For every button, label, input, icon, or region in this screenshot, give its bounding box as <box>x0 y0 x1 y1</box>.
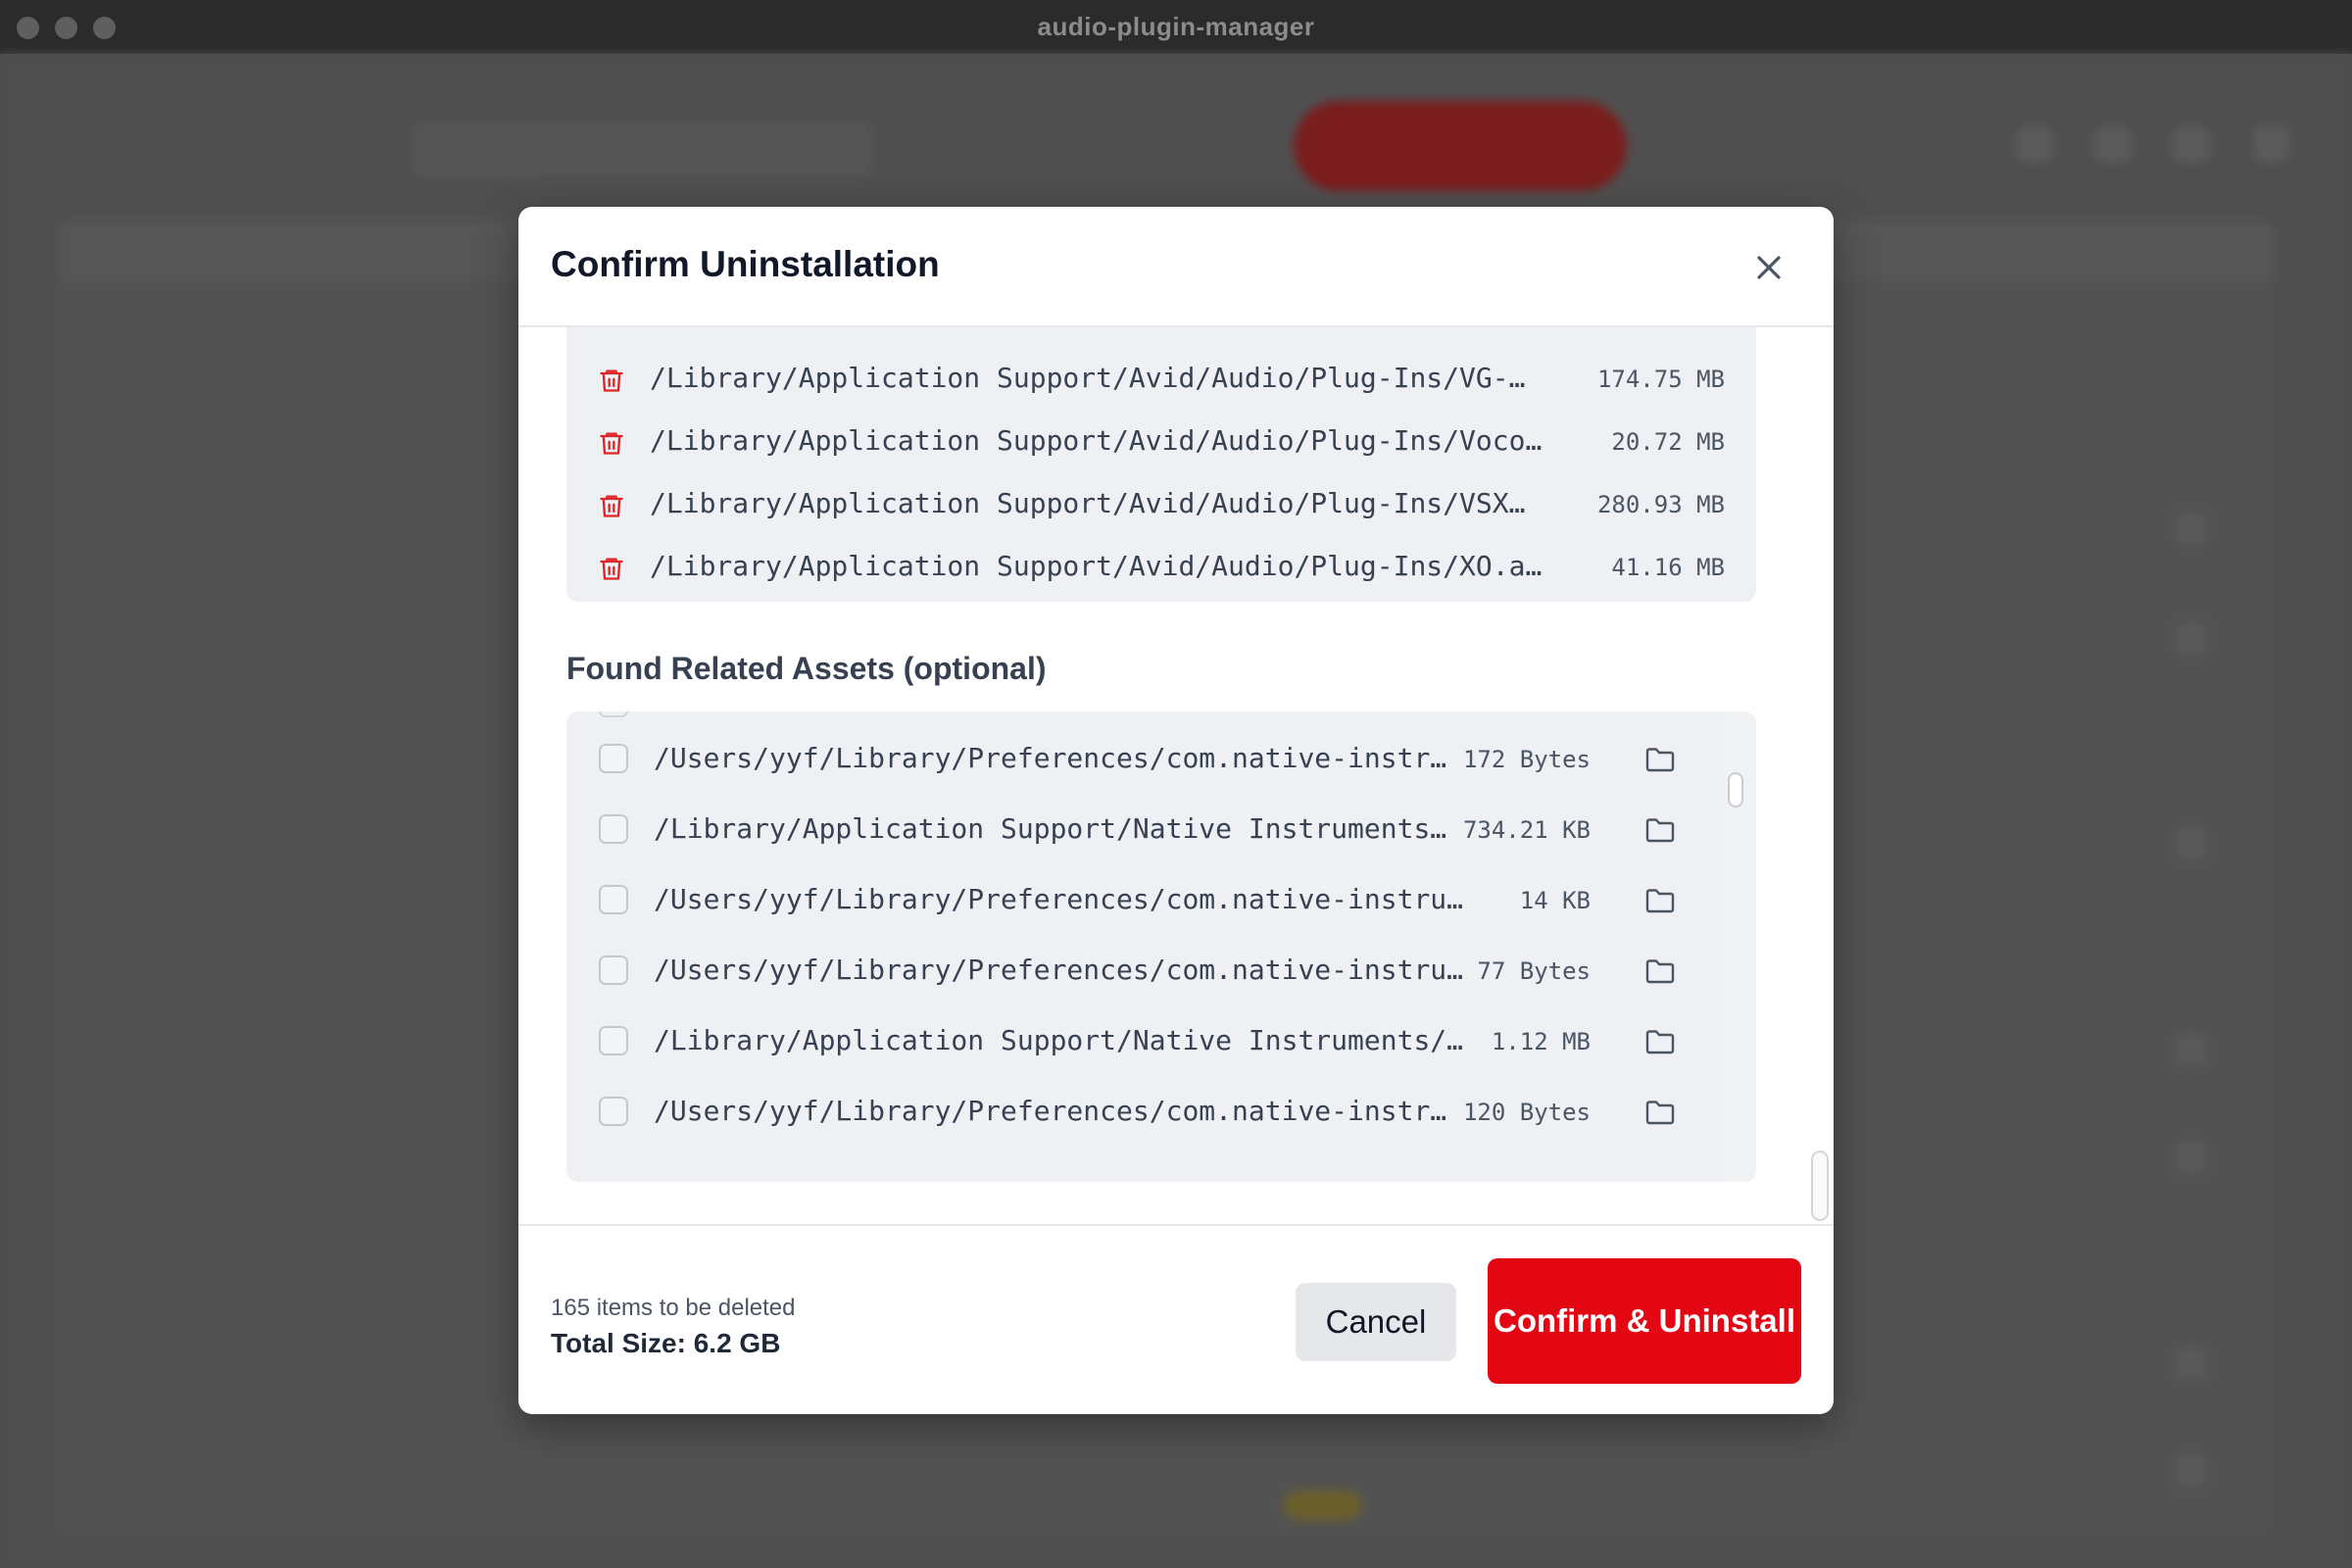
asset-size: 1.12 MB <box>1491 1028 1591 1055</box>
file-path: /Library/Application Support/Avid/Audio/… <box>650 550 1543 582</box>
dialog-scrollbar-thumb[interactable] <box>1811 1151 1829 1221</box>
trash-icon <box>600 432 623 455</box>
reveal-folder-button[interactable] <box>1644 815 1676 845</box>
reveal-folder-button[interactable] <box>1644 886 1676 915</box>
asset-row: /Library/Application Support/Native Inst… <box>566 799 1703 861</box>
background-row-action <box>2176 622 2207 654</box>
file-path: /Library/Application Support/Avid/Audio/… <box>650 362 1526 394</box>
close-icon <box>1757 256 1781 279</box>
asset-size: 172 Bytes <box>1462 746 1591 773</box>
folder-icon <box>1645 889 1675 913</box>
folder-icon <box>1645 959 1675 984</box>
background-row-action <box>2176 828 2207 859</box>
file-size: 174.75 MB <box>1596 366 1725 393</box>
window-title: audio-plugin-manager <box>1037 12 1315 41</box>
close-button[interactable] <box>1749 248 1788 287</box>
background-action-button <box>1294 101 1627 191</box>
asset-path: /Library/Application Support/Native Inst… <box>654 812 1447 845</box>
file-path: /Library/Application Support/Avid/Audio/… <box>650 424 1543 457</box>
dialog-body[interactable]: /Library/Application Support/Avid/Audio/… <box>518 327 1834 1233</box>
reveal-folder-button[interactable] <box>1644 745 1676 774</box>
asset-checkbox[interactable] <box>599 956 628 985</box>
asset-path: /Users/yyf/Library/Preferences/com.nativ… <box>654 883 1467 915</box>
reveal-folder-button[interactable] <box>1644 1027 1676 1056</box>
background-toolbar-icon <box>2095 126 2131 162</box>
trash-icon <box>600 369 623 392</box>
asset-checkbox[interactable] <box>599 711 628 717</box>
folder-icon <box>1645 1030 1675 1054</box>
dialog-title: Confirm Uninstallation <box>551 244 940 284</box>
asset-row: /Users/yyf/Library/Preferences/com.nativ… <box>566 869 1703 932</box>
background-row-action <box>2176 1455 2207 1487</box>
file-size: 20.72 MB <box>1611 428 1725 456</box>
dialog-header: Confirm Uninstallation <box>518 207 1834 327</box>
asset-path: /Users/yyf/Library/Preferences/com.nativ… <box>654 742 1447 774</box>
trash-icon <box>600 495 623 517</box>
background-row-action <box>2176 1034 2207 1065</box>
background-toolbar-icon <box>2254 126 2289 162</box>
asset-checkbox[interactable] <box>599 814 628 844</box>
asset-checkbox[interactable] <box>599 1026 628 1055</box>
asset-checkbox[interactable] <box>599 744 628 773</box>
cancel-button[interactable]: Cancel <box>1296 1283 1456 1361</box>
asset-row: /Users/yyf/Library/Preferences/com.nativ… <box>566 1081 1703 1144</box>
asset-row: /Library/Application Support/Native Inst… <box>566 1010 1703 1073</box>
folder-icon <box>1645 818 1675 843</box>
folder-icon <box>1645 1101 1675 1125</box>
file-row: /Library/Application Support/Avid/Audio/… <box>566 536 1756 599</box>
dialog-footer: 165 items to be deleted Total Size: 6.2 … <box>518 1224 1834 1414</box>
asset-row: /Users/yyf/Library/Preferences/com.nativ… <box>566 728 1703 791</box>
background-toolbar-icon <box>2174 126 2209 162</box>
asset-path: /Users/yyf/Library/Preferences/com.nativ… <box>654 954 1464 986</box>
assets-scrollbar-thumb[interactable] <box>1728 772 1743 808</box>
background-row-action <box>2176 513 2207 544</box>
files-to-delete-list[interactable]: /Library/Application Support/Avid/Audio/… <box>566 327 1756 602</box>
asset-path: /Users/yyf/Library/Preferences/com.nativ… <box>654 1095 1447 1127</box>
folder-icon <box>1645 748 1675 772</box>
total-size-text: Total Size: 6.2 GB <box>551 1328 781 1358</box>
file-size: 41.16 MB <box>1611 554 1725 581</box>
background-row-action <box>2176 1142 2207 1173</box>
background-status-badge <box>1284 1491 1362 1520</box>
related-assets-list[interactable]: /Users/yyf/Library/Preferences/com.nativ… <box>566 711 1756 1182</box>
reveal-folder-button[interactable] <box>1644 956 1676 986</box>
trash-icon <box>600 558 623 580</box>
reveal-folder-button[interactable] <box>1644 1098 1676 1127</box>
file-path: /Library/Application Support/Avid/Audio/… <box>650 487 1526 519</box>
asset-size: 77 Bytes <box>1477 957 1591 985</box>
background-toolbar-icon <box>2017 126 2052 162</box>
confirm-uninstall-dialog: Confirm Uninstallation /Library/Applicat… <box>518 207 1834 1414</box>
asset-size: 14 KB <box>1519 887 1591 914</box>
asset-row: /Users/yyf/Library/Preferences/com.nativ… <box>566 940 1703 1003</box>
asset-path: /Library/Application Support/Native Inst… <box>654 1024 1464 1056</box>
asset-size: 734.21 KB <box>1462 816 1591 844</box>
asset-size: 120 Bytes <box>1462 1099 1591 1126</box>
related-assets-heading: Found Related Assets (optional) <box>566 651 1047 686</box>
app-window: audio-plugin-manager Confirm Uninstallat… <box>0 0 2352 1568</box>
file-row: /Library/Application Support/Avid/Audio/… <box>566 473 1756 536</box>
confirm-uninstall-button[interactable]: Confirm & Uninstall <box>1488 1258 1801 1384</box>
window-titlebar: audio-plugin-manager <box>0 0 2352 54</box>
file-size: 280.93 MB <box>1596 491 1725 518</box>
file-row: /Library/Application Support/Avid/Audio/… <box>566 348 1756 411</box>
background-row-action <box>2176 1348 2207 1379</box>
items-count-text: 165 items to be deleted <box>551 1295 796 1321</box>
asset-checkbox[interactable] <box>599 1097 628 1126</box>
asset-checkbox[interactable] <box>599 885 628 914</box>
asset-row <box>566 1167 1703 1182</box>
file-row: /Library/Application Support/Avid/Audio/… <box>566 411 1756 473</box>
background-search-field <box>412 122 872 177</box>
